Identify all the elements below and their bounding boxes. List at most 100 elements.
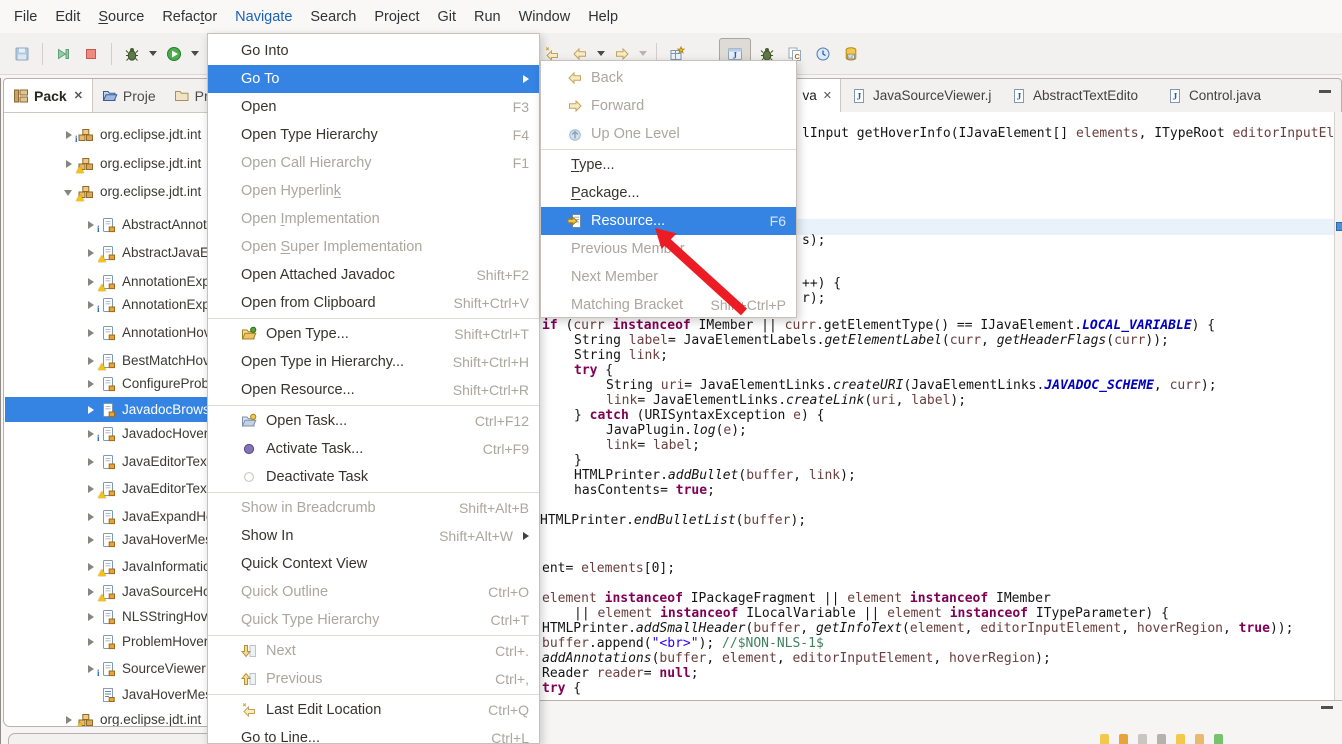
navigate-menu-item-quickoutline[interactable]: Quick OutlineCtrl+O — [208, 578, 539, 606]
code-line: HTMLPrinter.addBullet(buffer, link); — [574, 468, 856, 483]
expander-collapsed-icon[interactable] — [85, 611, 97, 623]
expander-collapsed-icon[interactable] — [85, 219, 97, 231]
navigate-menu-item-gotoline[interactable]: Go to Line...Ctrl+L — [208, 724, 539, 744]
navigate-menu-item-opentypeinhierarchy[interactable]: Open Type in Hierarchy...Shift+Ctrl+H — [208, 348, 539, 376]
expander-collapsed-icon[interactable] — [85, 561, 97, 573]
expander-collapsed-icon[interactable] — [85, 636, 97, 648]
tab-close-icon[interactable]: ✕ — [823, 89, 832, 102]
expander-expanded-icon[interactable] — [63, 186, 75, 198]
dropdown-caret-icon[interactable] — [639, 51, 647, 56]
menu-separator — [208, 694, 539, 695]
navigate-menu-item-openattachedjavadoc[interactable]: Open Attached JavadocShift+F2 — [208, 261, 539, 289]
expander-collapsed-icon[interactable] — [85, 586, 97, 598]
expander-collapsed-icon[interactable] — [85, 483, 97, 495]
expander-collapsed-icon[interactable] — [63, 714, 75, 726]
goto-menu-item-nextmember[interactable]: Next Member — [541, 263, 796, 291]
debug-icon-glyph — [124, 46, 140, 62]
expander-none — [85, 689, 97, 701]
overview-ruler[interactable] — [1334, 112, 1342, 700]
menubar-item-refactor[interactable]: Refactor — [153, 0, 226, 33]
navigate-menu-item-opentask[interactable]: Open Task...Ctrl+F12 — [208, 407, 539, 435]
explorer-tab-pack-0[interactable]: Pack✕ — [4, 79, 93, 112]
navigate-menu-item-opensuperimplementation[interactable]: Open Super Implementation — [208, 233, 539, 261]
goto-menu-item-package[interactable]: Package... — [541, 179, 796, 207]
navigate-menu-item-previous[interactable]: PreviousCtrl+, — [208, 665, 539, 693]
expander-collapsed-icon[interactable] — [85, 355, 97, 367]
editor-tab-controljava[interactable]: JControl.java — [1159, 79, 1291, 112]
navigate-menu-item-open[interactable]: OpenF3 — [208, 93, 539, 121]
resume-icon[interactable] — [50, 41, 76, 67]
menubar-item-help[interactable]: Help — [579, 0, 627, 33]
save-icon[interactable] — [9, 41, 35, 67]
menubar-item-edit[interactable]: Edit — [46, 0, 89, 33]
menubar-item-project[interactable]: Project — [365, 0, 428, 33]
expander-collapsed-icon[interactable] — [85, 327, 97, 339]
navigate-menu-item-showin[interactable]: Show InShift+Alt+W — [208, 522, 539, 550]
navigate-menu-item-openfromclipboard[interactable]: Open from ClipboardShift+Ctrl+V — [208, 289, 539, 317]
bottom-minimize-icon[interactable] — [1321, 706, 1333, 709]
expander-collapsed-icon[interactable] — [63, 158, 75, 170]
navigate-menu-item-gointo[interactable]: Go Into — [208, 37, 539, 65]
run-icon[interactable] — [161, 41, 187, 67]
goto-menu-item-type[interactable]: Type... — [541, 151, 796, 179]
expander-collapsed-icon[interactable] — [85, 456, 97, 468]
navigate-menu-item-goto[interactable]: Go To — [208, 65, 539, 93]
goto-menu-item-forward[interactable]: Forward — [541, 92, 796, 120]
goto-menu-item-resource[interactable]: Resource...F6 — [541, 207, 796, 235]
menu-separator — [541, 149, 796, 150]
expander-collapsed-icon[interactable] — [85, 534, 97, 546]
menubar-item-navigate[interactable]: Navigate — [226, 0, 301, 33]
git-perspective-icon[interactable]: GIT — [838, 41, 864, 67]
clock-icon[interactable] — [810, 41, 836, 67]
tree-package-icon — [78, 712, 94, 727]
menu-item-label: Next Member — [571, 269, 786, 285]
navigate-menu-item-lasteditlocation[interactable]: Last Edit LocationCtrl+Q — [208, 696, 539, 724]
navigate-menu-item-activatetask[interactable]: Activate Task...Ctrl+F9 — [208, 435, 539, 463]
dropdown-caret-icon[interactable] — [149, 51, 157, 56]
navigate-menu-item-openimplementation[interactable]: Open Implementation — [208, 205, 539, 233]
editor-tab-javasourceviewerj[interactable]: JJavaSourceViewer.j — [843, 79, 999, 112]
menubar-item-run[interactable]: Run — [465, 0, 510, 33]
tree-item-label: JavadocHover. — [122, 426, 211, 441]
navigate-menu-item-opentypehierarchy[interactable]: Open Type HierarchyF4 — [208, 121, 539, 149]
menubar-item-window[interactable]: Window — [510, 0, 580, 33]
terminate-icon[interactable] — [78, 41, 104, 67]
menubar-item-file[interactable]: File — [5, 0, 46, 33]
explorer-tab-proje-1[interactable]: Proje — [93, 79, 165, 112]
expander-collapsed-icon[interactable] — [85, 511, 97, 523]
debug-icon[interactable] — [119, 41, 145, 67]
navigate-menu-item-quickcontextview[interactable]: Quick Context View — [208, 550, 539, 578]
tab-close-icon[interactable]: ✕ — [74, 89, 83, 102]
code-line: element instanceof IPackageFragment || e… — [542, 591, 1051, 606]
goto-menu-item-back[interactable]: Back — [541, 64, 796, 92]
expander-collapsed-icon[interactable] — [85, 663, 97, 675]
clipped-icon-fragment — [1119, 734, 1128, 744]
navigate-menu-item-showinbreadcrumb[interactable]: Show in BreadcrumbShift+Alt+B — [208, 494, 539, 522]
navigate-menu-item-opencallhierarchy[interactable]: Open Call HierarchyF1 — [208, 149, 539, 177]
goto-menu-item-previousmember[interactable]: Previous Member — [541, 235, 796, 263]
expander-collapsed-icon[interactable] — [85, 299, 97, 311]
editor-tab-abstracttextedito[interactable]: JAbstractTextEdito — [1003, 79, 1153, 112]
navigate-menu-item-next[interactable]: NextCtrl+. — [208, 637, 539, 665]
menu-item-label: Open Type in Hierarchy... — [241, 354, 435, 370]
menubar-item-git[interactable]: Git — [428, 0, 465, 33]
goto-menu-item-uponelevel[interactable]: Up One Level — [541, 120, 796, 148]
goto-menu-item-matchingbracket[interactable]: Matching BracketShift+Ctrl+P — [541, 291, 796, 318]
navigate-menu-item-opentype[interactable]: Open Type...Shift+Ctrl+T — [208, 320, 539, 348]
menubar-item-search[interactable]: Search — [301, 0, 365, 33]
expander-collapsed-icon[interactable] — [85, 247, 97, 259]
expander-collapsed-icon[interactable] — [85, 428, 97, 440]
expander-collapsed-icon[interactable] — [85, 276, 97, 288]
navigate-menu-item-openhyperlink[interactable]: Open Hyperlink — [208, 177, 539, 205]
navigate-menu-item-quicktypehierarchy[interactable]: Quick Type HierarchyCtrl+T — [208, 606, 539, 634]
dropdown-caret-icon[interactable] — [597, 51, 605, 56]
expander-collapsed-icon[interactable] — [63, 129, 75, 141]
expander-collapsed-icon[interactable] — [85, 378, 97, 390]
dropdown-caret-icon[interactable] — [191, 51, 199, 56]
menubar-item-source[interactable]: Source — [89, 0, 153, 33]
editor-minimize-icon[interactable] — [1319, 90, 1331, 93]
navigate-menu-item-openresource[interactable]: Open Resource...Shift+Ctrl+R — [208, 376, 539, 404]
navigate-menu-item-deactivatetask[interactable]: Deactivate Task — [208, 463, 539, 491]
menu-item-shortcut: Shift+Ctrl+T — [454, 326, 529, 342]
expander-collapsed-icon[interactable] — [85, 404, 97, 416]
